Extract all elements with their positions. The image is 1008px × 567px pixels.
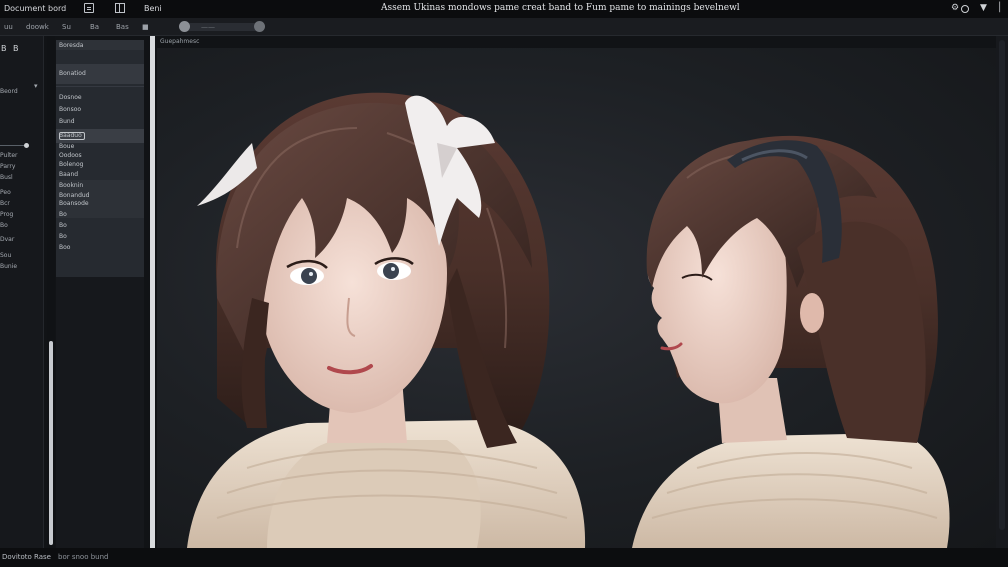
toolbar-item[interactable]: ■	[142, 23, 149, 31]
toolbar-item[interactable]: Ba	[90, 23, 99, 31]
rail-item[interactable]: Parry	[0, 163, 15, 170]
scrollbar-thumb[interactable]	[49, 341, 53, 545]
status-left: Dovitoto Rase	[2, 553, 51, 561]
rail-button[interactable]: B	[13, 44, 19, 53]
layer-item[interactable]: Booknin	[59, 182, 83, 189]
toolbar-item[interactable]: Bas	[116, 23, 129, 31]
zoom-slider[interactable]	[180, 23, 264, 31]
window-title: Assem Ukinas mondows pame creat band to …	[381, 3, 740, 13]
rail-slider-knob[interactable]	[24, 143, 29, 148]
left-rail: B B Beord ▾ Pulter Parry Busl Peo Bcr Pr…	[0, 36, 44, 548]
rail-item[interactable]: Bo	[0, 222, 8, 229]
layer-item[interactable]: Dosnoe	[59, 94, 82, 101]
layer-item[interactable]: Boo	[59, 244, 70, 251]
rail-item[interactable]: Peo	[0, 189, 11, 196]
document-icon[interactable]	[84, 3, 94, 13]
toolbar-item[interactable]: doowk	[26, 23, 49, 31]
image-canvas[interactable]	[157, 48, 996, 548]
canvas-ruler[interactable]	[150, 36, 155, 548]
layer-item[interactable]: Baaduo	[59, 132, 82, 139]
rail-button[interactable]: B	[1, 44, 7, 53]
panel-empty-area	[56, 277, 144, 548]
figure-front	[187, 92, 586, 548]
layer-item[interactable]: Bo	[59, 233, 67, 240]
layer-item[interactable]: Bolenog	[59, 161, 83, 168]
info-icon[interactable]	[961, 5, 969, 13]
left-scrollbar[interactable]	[47, 36, 55, 548]
layer-item[interactable]: Boue	[59, 143, 74, 150]
wifi-icon: ▼	[980, 3, 987, 13]
rail-item[interactable]: Dvar	[0, 236, 14, 243]
layer-item[interactable]: Bo	[59, 222, 67, 229]
app-name: Document bord	[4, 4, 67, 13]
layer-item[interactable]: Oodoos	[59, 152, 82, 159]
divider	[56, 86, 144, 87]
rail-item[interactable]: Pulter	[0, 152, 18, 159]
panel-title: Boresda	[59, 42, 84, 49]
zoom-label: ——	[201, 23, 215, 31]
rail-item[interactable]: Busl	[0, 174, 13, 181]
layer-item[interactable]: Bo	[59, 211, 67, 218]
layer-item[interactable]: Bonsoo	[59, 106, 81, 113]
title-bar: Document bord Beni Assem Ukinas mondows …	[0, 0, 1008, 18]
toolbar-item[interactable]: uu	[4, 23, 13, 31]
layer-item[interactable]: Boansode	[59, 200, 89, 207]
figure-profile	[632, 135, 950, 548]
rail-item[interactable]: Beord	[0, 88, 18, 95]
rail-item[interactable]: Bunie	[0, 263, 17, 270]
toolbar-item[interactable]: Su	[62, 23, 71, 31]
layer-item[interactable]: Bonandud	[59, 192, 90, 199]
layer-item-selected[interactable]: Bonatiod	[59, 70, 86, 77]
status-bar: Dovitoto Rase bor snoo bund	[0, 548, 1008, 567]
canvas-label: Guepahmesc	[160, 38, 200, 45]
layers-panel: Boresda Bonatiod Dosnoe Bonsoo Bund Baad…	[56, 40, 144, 277]
zoom-in-knob[interactable]	[254, 21, 265, 32]
scrollbar-thumb[interactable]	[999, 40, 1005, 530]
close-icon[interactable]: │	[997, 3, 1002, 13]
layout-icon[interactable]	[115, 3, 125, 13]
rail-item[interactable]: Bcr	[0, 200, 10, 207]
menu-label[interactable]: Beni	[144, 4, 162, 13]
dropdown-icon[interactable]: ▾	[34, 82, 38, 90]
toolbar: uu doowk Su Ba Bas ■ ——	[0, 18, 1008, 36]
status-right: bor snoo bund	[58, 553, 109, 561]
rail-item[interactable]: Prog	[0, 211, 13, 218]
rail-item[interactable]: Sou	[0, 252, 11, 259]
zoom-out-knob[interactable]	[179, 21, 190, 32]
rail-slider-track[interactable]	[0, 145, 26, 146]
artwork	[187, 92, 950, 548]
options-icon[interactable]: ⚙	[951, 3, 959, 13]
right-scrollbar[interactable]	[996, 36, 1008, 548]
layer-item[interactable]: Bund	[59, 118, 75, 125]
layer-item[interactable]: Baand	[59, 171, 78, 178]
